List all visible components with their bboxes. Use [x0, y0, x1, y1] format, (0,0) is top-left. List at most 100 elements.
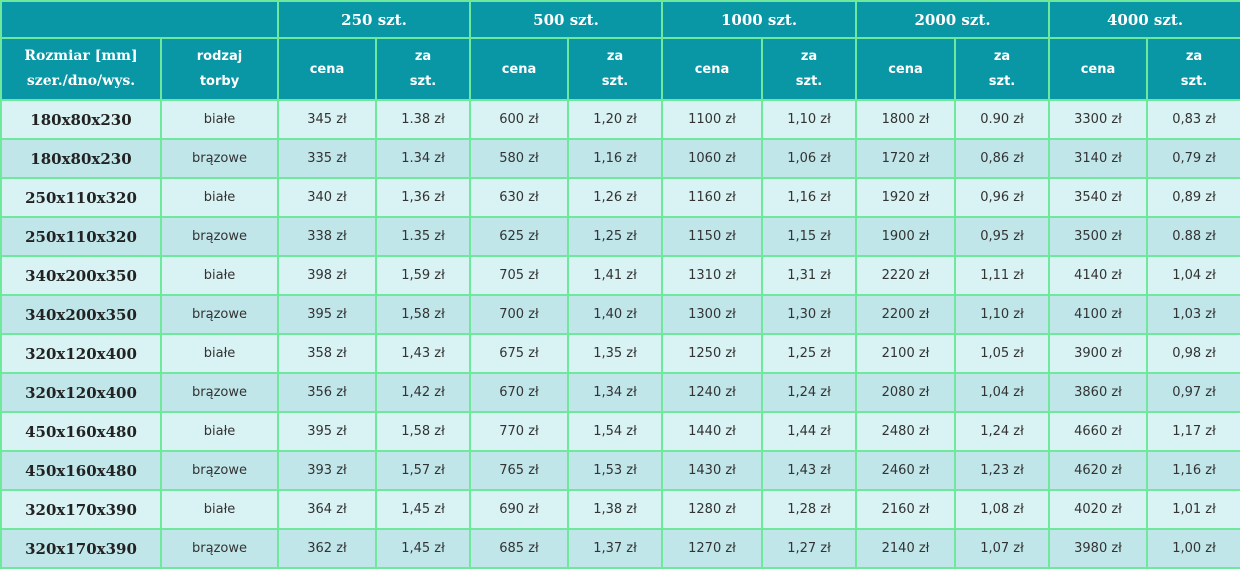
unit-price-250-cell: 1.34 zł: [375, 138, 471, 179]
quantity-header-row: 250 szt. 500 szt. 1000 szt. 2000 szt. 40…: [0, 0, 1240, 39]
price-250-cell: 362 zł: [277, 528, 377, 569]
price-250-cell: 340 zł: [277, 177, 377, 218]
bag-type-cell: białe: [160, 255, 279, 296]
price-4000-cell: 3540 zł: [1048, 177, 1148, 218]
size-cell: 450x160x480: [0, 411, 162, 452]
bag-type-cell: białe: [160, 333, 279, 374]
unit-price-4000-cell: 1,00 zł: [1146, 528, 1240, 569]
unit-price-4000-cell: 1,16 zł: [1146, 450, 1240, 491]
unit-price-250-cell: 1,45 zł: [375, 489, 471, 530]
price-4000-cell: 3140 zł: [1048, 138, 1148, 179]
price-column-header: cena: [855, 37, 956, 101]
price-1000-cell: 1240 zł: [661, 372, 763, 413]
bag-type-cell: brązowe: [160, 528, 279, 569]
price-2000-cell: 1900 zł: [855, 216, 956, 257]
unit-price-1000-cell: 1,10 zł: [761, 99, 857, 140]
unit-price-500-cell: 1,37 zł: [567, 528, 663, 569]
unit-price-250-cell: 1.35 zł: [375, 216, 471, 257]
bag-type-cell: białe: [160, 99, 279, 140]
size-cell: 250x110x320: [0, 177, 162, 218]
bag-type-cell: brązowe: [160, 216, 279, 257]
price-2000-cell: 1720 zł: [855, 138, 956, 179]
bag-type-cell: brązowe: [160, 450, 279, 491]
price-1000-cell: 1430 zł: [661, 450, 763, 491]
quantity-header-4000: 4000 szt.: [1048, 0, 1240, 39]
unit-price-2000-cell: 0,96 zł: [954, 177, 1050, 218]
price-500-cell: 600 zł: [469, 99, 569, 140]
price-250-cell: 358 zł: [277, 333, 377, 374]
size-cell: 320x170x390: [0, 489, 162, 530]
table-row: 450x160x480 białe 395 zł 1,58 zł 770 zł 1,54 …: [0, 411, 1240, 452]
unit-price-4000-cell: 0,79 zł: [1146, 138, 1240, 179]
per-unit-column-header: za szt.: [1146, 37, 1240, 101]
price-250-cell: 338 zł: [277, 216, 377, 257]
per-unit-column-header: za szt.: [567, 37, 663, 101]
price-2000-cell: 2160 zł: [855, 489, 956, 530]
quantity-header-500: 500 szt.: [469, 0, 663, 39]
unit-price-4000-cell: 0,83 zł: [1146, 99, 1240, 140]
price-1000-cell: 1250 zł: [661, 333, 763, 374]
size-cell: 180x80x230: [0, 99, 162, 140]
quantity-header-2000: 2000 szt.: [855, 0, 1050, 39]
unit-price-2000-cell: 0.90 zł: [954, 99, 1050, 140]
size-cell: 320x120x400: [0, 333, 162, 374]
unit-price-2000-cell: 1,07 zł: [954, 528, 1050, 569]
per-unit-header-line2: szt.: [409, 74, 437, 89]
unit-price-1000-cell: 1,15 zł: [761, 216, 857, 257]
per-unit-header-line2: szt.: [988, 74, 1016, 89]
price-1000-cell: 1160 zł: [661, 177, 763, 218]
per-unit-header-line2: szt.: [601, 74, 629, 89]
unit-price-250-cell: 1,58 zł: [375, 294, 471, 335]
quantity-header-1000: 1000 szt.: [661, 0, 857, 39]
unit-price-1000-cell: 1,31 zł: [761, 255, 857, 296]
unit-price-500-cell: 1,34 zł: [567, 372, 663, 413]
table-row: 450x160x480 brązowe 393 zł 1,57 zł 765 zł 1,5…: [0, 450, 1240, 491]
table-row: 320x120x400 brązowe 356 zł 1,42 zł 670 zł 1,3…: [0, 372, 1240, 413]
unit-price-1000-cell: 1,44 zł: [761, 411, 857, 452]
per-unit-header-line1: za: [1185, 49, 1203, 64]
size-header-line1: Rozmiar [mm]: [24, 48, 138, 64]
unit-price-250-cell: 1,59 zł: [375, 255, 471, 296]
unit-price-500-cell: 1,53 zł: [567, 450, 663, 491]
price-500-cell: 630 zł: [469, 177, 569, 218]
unit-price-500-cell: 1,38 zł: [567, 489, 663, 530]
type-header-line1: rodzaj: [196, 49, 243, 64]
price-2000-cell: 2480 zł: [855, 411, 956, 452]
price-2000-cell: 2100 zł: [855, 333, 956, 374]
unit-price-4000-cell: 1,04 zł: [1146, 255, 1240, 296]
column-header-row: Rozmiar [mm] szer./dno/wys. rodzaj torby…: [0, 37, 1240, 101]
unit-price-4000-cell: 1,17 zł: [1146, 411, 1240, 452]
table-row: 340x200x350 brązowe 395 zł 1,58 zł 700 zł 1,4…: [0, 294, 1240, 335]
per-unit-header-line1: za: [800, 49, 818, 64]
price-500-cell: 675 zł: [469, 333, 569, 374]
bag-type-cell: brązowe: [160, 372, 279, 413]
per-unit-header-line2: szt.: [1180, 74, 1208, 89]
unit-price-250-cell: 1,58 zł: [375, 411, 471, 452]
size-cell: 450x160x480: [0, 450, 162, 491]
price-4000-cell: 4020 zł: [1048, 489, 1148, 530]
unit-price-4000-cell: 0,98 zł: [1146, 333, 1240, 374]
price-250-cell: 393 zł: [277, 450, 377, 491]
bag-type-cell: białe: [160, 177, 279, 218]
price-250-cell: 356 zł: [277, 372, 377, 413]
price-500-cell: 690 zł: [469, 489, 569, 530]
price-1000-cell: 1440 zł: [661, 411, 763, 452]
table-row: 320x120x400 białe 358 zł 1,43 zł 675 zł 1,35 …: [0, 333, 1240, 374]
price-500-cell: 765 zł: [469, 450, 569, 491]
unit-price-2000-cell: 1,04 zł: [954, 372, 1050, 413]
price-column-header: cena: [1048, 37, 1148, 101]
price-4000-cell: 3980 zł: [1048, 528, 1148, 569]
size-header-line2: szer./dno/wys.: [26, 73, 136, 89]
per-unit-column-header: za szt.: [761, 37, 857, 101]
price-4000-cell: 3500 zł: [1048, 216, 1148, 257]
unit-price-2000-cell: 1,23 zł: [954, 450, 1050, 491]
table-row: 250x110x320 białe 340 zł 1,36 zł 630 zł 1,26 …: [0, 177, 1240, 218]
unit-price-1000-cell: 1,25 zł: [761, 333, 857, 374]
unit-price-500-cell: 1,25 zł: [567, 216, 663, 257]
type-header-line2: torby: [199, 74, 240, 89]
price-2000-cell: 1800 zł: [855, 99, 956, 140]
price-1000-cell: 1300 zł: [661, 294, 763, 335]
price-2000-cell: 2460 zł: [855, 450, 956, 491]
price-1000-cell: 1310 zł: [661, 255, 763, 296]
per-unit-header-line1: za: [414, 49, 432, 64]
